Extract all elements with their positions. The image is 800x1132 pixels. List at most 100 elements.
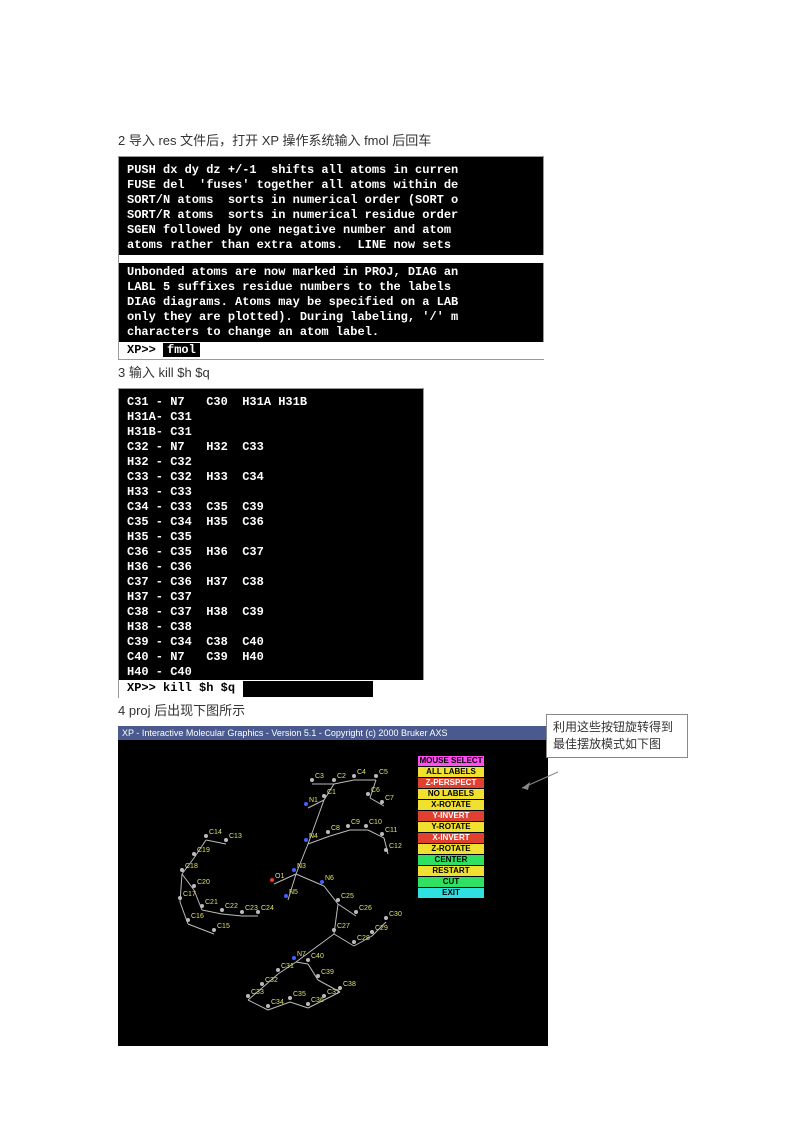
terminal-line: LABL 5 suffixes residue numbers to the l… bbox=[127, 280, 543, 295]
svg-text:C21: C21 bbox=[205, 899, 218, 906]
terminal-line: H38 - C38 bbox=[127, 620, 423, 635]
svg-text:C11: C11 bbox=[385, 827, 397, 834]
svg-text:C35: C35 bbox=[293, 991, 306, 998]
svg-text:C33: C33 bbox=[251, 989, 264, 996]
svg-text:C17: C17 bbox=[183, 891, 196, 898]
svg-text:C5: C5 bbox=[379, 769, 388, 776]
terminal-line: H37 - C37 bbox=[127, 590, 423, 605]
terminal-line: Unbonded atoms are now marked in PROJ, D… bbox=[127, 265, 543, 280]
terminal-line: atoms rather than extra atoms. LINE now … bbox=[127, 238, 543, 253]
xp-prompt-1[interactable]: XP>> fmol bbox=[119, 342, 551, 359]
svg-text:N5: N5 bbox=[289, 889, 298, 896]
terminal-line: SGEN followed by one negative number and… bbox=[127, 223, 543, 238]
terminal-line: C40 - N7 C39 H40 bbox=[127, 650, 423, 665]
terminal-line: FUSE del 'fuses' together all atoms with… bbox=[127, 178, 543, 193]
svg-text:N6: N6 bbox=[325, 875, 334, 882]
proj-button-cut[interactable]: CUT bbox=[418, 877, 484, 887]
proj-button-exit[interactable]: EXIT bbox=[418, 888, 484, 898]
terminal-line: SORT/R atoms sorts in numerical residue … bbox=[127, 208, 543, 223]
svg-text:C26: C26 bbox=[359, 905, 372, 912]
svg-text:C7: C7 bbox=[385, 795, 394, 802]
svg-text:N4: N4 bbox=[309, 833, 318, 840]
terminal-line: C36 - C35 H36 C37 bbox=[127, 545, 423, 560]
svg-text:C24: C24 bbox=[261, 905, 274, 912]
svg-text:C20: C20 bbox=[197, 879, 210, 886]
svg-text:C29: C29 bbox=[375, 925, 388, 932]
svg-text:C37: C37 bbox=[327, 989, 340, 996]
svg-text:C15: C15 bbox=[217, 923, 230, 930]
svg-text:C10: C10 bbox=[369, 819, 382, 826]
terminal-line: H31B- C31 bbox=[127, 425, 423, 440]
proj-button-restart[interactable]: RESTART bbox=[418, 866, 484, 876]
svg-text:C16: C16 bbox=[191, 913, 204, 920]
svg-text:O1: O1 bbox=[275, 873, 284, 880]
terminal-line: C34 - C33 C35 C39 bbox=[127, 500, 423, 515]
svg-text:C38: C38 bbox=[343, 981, 356, 988]
svg-text:C3: C3 bbox=[315, 773, 324, 780]
svg-text:C19: C19 bbox=[197, 847, 210, 854]
svg-text:C25: C25 bbox=[341, 893, 354, 900]
svg-text:C39: C39 bbox=[321, 969, 334, 976]
terminal-line: H32 - C32 bbox=[127, 455, 423, 470]
svg-text:C34: C34 bbox=[271, 999, 284, 1006]
svg-text:C4: C4 bbox=[357, 769, 366, 776]
proj-viewport[interactable]: C3 C2 C4 C5 C1 N1 C6 C7 C19 C14 C18 C13 C20C17 C21 C22… bbox=[118, 740, 548, 1046]
svg-text:C22: C22 bbox=[225, 903, 238, 910]
terminal-line: C31 - N7 C30 H31A H31B bbox=[127, 395, 423, 410]
proj-button-all-labels[interactable]: ALL LABELS bbox=[418, 767, 484, 777]
terminal-line: H35 - C35 bbox=[127, 530, 423, 545]
svg-text:C2: C2 bbox=[337, 773, 346, 780]
terminal-line: characters to change an atom label. bbox=[127, 325, 543, 340]
proj-button-mouse-select[interactable]: MOUSE SELECT bbox=[418, 756, 484, 766]
svg-text:C6: C6 bbox=[371, 787, 380, 794]
terminal-line: H40 - C40 bbox=[127, 665, 423, 680]
svg-text:C23: C23 bbox=[245, 905, 258, 912]
svg-text:C32: C32 bbox=[265, 977, 278, 984]
svg-text:N1: N1 bbox=[309, 797, 318, 804]
proj-button-y-invert[interactable]: Y-INVERT bbox=[418, 811, 484, 821]
proj-button-y-rotate[interactable]: Y-ROTATE bbox=[418, 822, 484, 832]
proj-side-buttons: MOUSE SELECTALL LABELSZ-PERSPECTNO LABEL… bbox=[418, 756, 484, 899]
svg-text:C31: C31 bbox=[281, 963, 294, 970]
svg-text:C27: C27 bbox=[337, 923, 350, 930]
svg-text:N3: N3 bbox=[297, 863, 306, 870]
proj-button-center[interactable]: CENTER bbox=[418, 855, 484, 865]
callout-box: 利用这些按钮旋转得到最佳摆放模式如下图 bbox=[546, 714, 688, 758]
terminal-line: H33 - C33 bbox=[127, 485, 423, 500]
proj-button-x-rotate[interactable]: X-ROTATE bbox=[418, 800, 484, 810]
svg-text:C13: C13 bbox=[229, 833, 242, 840]
proj-button-no-labels[interactable]: NO LABELS bbox=[418, 789, 484, 799]
proj-button-z-perspect[interactable]: Z-PERSPECT bbox=[418, 778, 484, 788]
step-2: 2 导入 res 文件后，打开 XP 操作系统输入 fmol 后回车 bbox=[118, 130, 678, 152]
terminal-line: only they are plotted). During labeling,… bbox=[127, 310, 543, 325]
svg-text:C8: C8 bbox=[331, 825, 340, 832]
terminal-line: C35 - C34 H35 C36 bbox=[127, 515, 423, 530]
svg-text:C12: C12 bbox=[389, 843, 402, 850]
proj-button-z-rotate[interactable]: Z-ROTATE bbox=[418, 844, 484, 854]
svg-text:N7: N7 bbox=[297, 951, 306, 958]
svg-text:C9: C9 bbox=[351, 819, 360, 826]
svg-text:C40: C40 bbox=[311, 953, 324, 960]
terminal-line: C32 - N7 H32 C33 bbox=[127, 440, 423, 455]
terminal-line: C37 - C36 H37 C38 bbox=[127, 575, 423, 590]
callout-arrow-icon bbox=[520, 770, 560, 790]
terminal-line: PUSH dx dy dz +/-1 shifts all atoms in c… bbox=[127, 163, 543, 178]
svg-text:C28: C28 bbox=[357, 935, 370, 942]
terminal-line: H36 - C36 bbox=[127, 560, 423, 575]
svg-text:C30: C30 bbox=[389, 911, 402, 918]
step-3: 3 输入 kill $h $q bbox=[118, 362, 678, 384]
terminal-2: C31 - N7 C30 H31A H31BH31A- C31H31B- C31… bbox=[118, 388, 424, 698]
terminal-line: C33 - C32 H33 C34 bbox=[127, 470, 423, 485]
terminal-line: DIAG diagrams. Atoms may be specified on… bbox=[127, 295, 543, 310]
terminal-line: C38 - C37 H38 C39 bbox=[127, 605, 423, 620]
svg-text:C14: C14 bbox=[209, 829, 222, 836]
xp-prompt-2[interactable]: XP>> kill $h $q bbox=[119, 680, 431, 698]
proj-button-x-invert[interactable]: X-INVERT bbox=[418, 833, 484, 843]
svg-text:C36: C36 bbox=[311, 997, 324, 1004]
terminal-line: C39 - C34 C38 C40 bbox=[127, 635, 423, 650]
svg-text:C18: C18 bbox=[185, 863, 198, 870]
terminal-1: PUSH dx dy dz +/-1 shifts all atoms in c… bbox=[118, 156, 544, 360]
terminal-line: SORT/N atoms sorts in numerical order (S… bbox=[127, 193, 543, 208]
terminal-line: H31A- C31 bbox=[127, 410, 423, 425]
svg-text:C1: C1 bbox=[327, 789, 336, 796]
